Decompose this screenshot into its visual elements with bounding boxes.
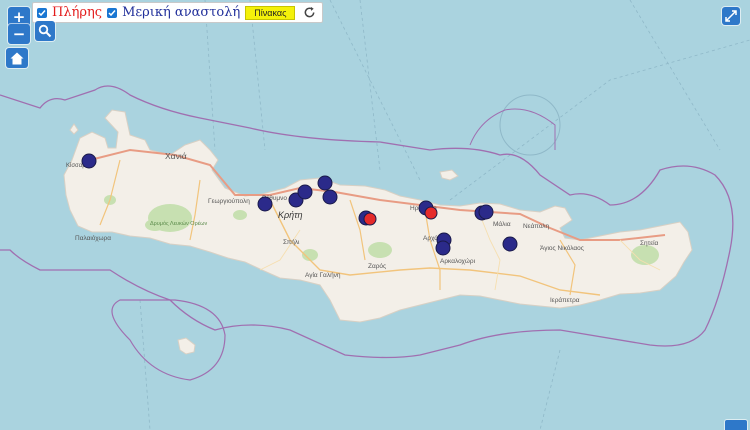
label-neapoli: Νεάπολη xyxy=(523,222,549,230)
search-button[interactable] xyxy=(35,21,55,41)
partial-label: Μερική αναστολή xyxy=(122,5,241,20)
full-label: Πλήρης xyxy=(52,5,103,20)
partial-suspension-marker[interactable] xyxy=(322,189,338,205)
full-suspension-marker[interactable] xyxy=(424,206,438,220)
partial-suspension-marker[interactable] xyxy=(478,204,494,220)
refresh-icon[interactable] xyxy=(303,6,316,19)
partial-suspension-marker[interactable] xyxy=(317,175,333,191)
legend-panel: Πλήρης Μερική αναστολή Πίνακας xyxy=(32,2,324,23)
map-canvas[interactable]: Χανιά Γεωργιούπολη Ρέθυμνο Κρήτη Παλαιόχ… xyxy=(0,0,750,430)
label-georgioupoli: Γεωργιούπολη xyxy=(208,197,250,205)
fullscreen-button[interactable] xyxy=(722,7,740,25)
label-malia: Μάλια xyxy=(493,220,511,228)
home-button[interactable] xyxy=(6,48,28,68)
label-arkalochori: Αρκαλοχώρι xyxy=(440,257,476,265)
corner-control[interactable] xyxy=(725,420,747,430)
search-icon xyxy=(38,24,52,38)
label-zaros: Ζαρός xyxy=(368,262,386,270)
partial-suspension-marker[interactable] xyxy=(257,196,273,212)
label-agios-nikolaos: Άγιος Νικόλαος xyxy=(540,244,584,252)
label-sitia: Σητεία xyxy=(640,239,659,247)
label-samaria: Δρυμός Λευκών Ορέων xyxy=(150,220,207,227)
zoom-out-button[interactable]: − xyxy=(8,24,30,44)
label-kriti: Κρήτη xyxy=(278,210,303,220)
partial-checkbox[interactable] xyxy=(107,7,118,18)
partial-suspension-marker[interactable] xyxy=(81,153,97,169)
label-chania: Χανιά xyxy=(165,151,187,161)
label-ierapetra: Ιεράπετρα xyxy=(550,296,580,304)
label-agia-galini: Αγία Γαλήνη xyxy=(305,271,341,279)
partial-suspension-marker[interactable] xyxy=(502,236,518,252)
label-palaiochora: Παλαιόχωρα xyxy=(75,234,111,242)
full-checkbox[interactable] xyxy=(37,7,47,18)
partial-suspension-marker[interactable] xyxy=(435,240,451,256)
fullscreen-icon xyxy=(725,10,737,22)
check-icon xyxy=(38,9,46,16)
check-icon xyxy=(108,9,116,16)
full-suspension-marker[interactable] xyxy=(363,212,377,226)
partial-suspension-marker[interactable] xyxy=(297,184,313,200)
home-icon xyxy=(10,52,24,64)
label-spili: Σπήλι xyxy=(283,239,300,246)
table-button[interactable]: Πίνακας xyxy=(245,5,296,20)
